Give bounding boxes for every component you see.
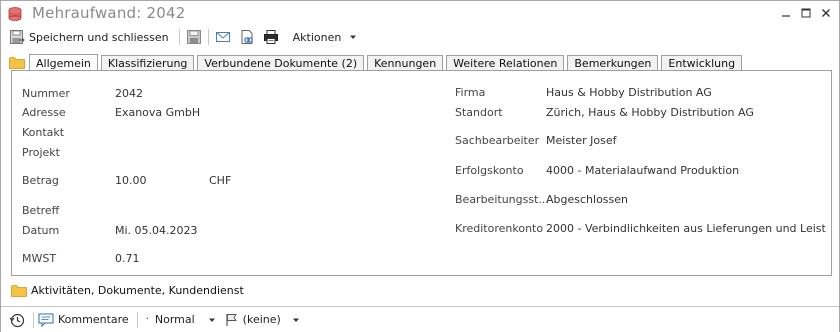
minimize-button[interactable]	[779, 5, 793, 21]
currency-value[interactable]: CHF	[209, 174, 231, 187]
tab-klassifizierung[interactable]: Klassifizierung	[100, 55, 195, 71]
save-close-icon	[10, 30, 25, 44]
tab-kennungen[interactable]: Kennungen	[367, 55, 444, 71]
mwst-value[interactable]: 0.71	[115, 252, 140, 265]
document-link-icon	[241, 30, 253, 44]
mwst-label: MWST	[22, 252, 57, 265]
printer-icon	[263, 30, 278, 44]
firma-label: Firma	[455, 86, 486, 99]
related-section-header[interactable]: Aktivitäten, Dokumente, Kundendienst	[11, 282, 244, 298]
actions-menu[interactable]: Aktionen	[289, 31, 359, 44]
erfolgskonto-value[interactable]: 4000 - Materialaufwand Produktion	[546, 164, 739, 177]
statusbar-separator	[33, 311, 34, 328]
history-button[interactable]	[9, 312, 25, 328]
tab-bemerkungen[interactable]: Bemerkungen	[567, 55, 659, 71]
adresse-value[interactable]: Exanova GmbH	[115, 106, 200, 119]
minimize-icon	[782, 15, 790, 17]
save-and-close-label: Speichern und schliessen	[29, 30, 169, 44]
window: Mehraufwand: 2042 Speichern und schliess…	[0, 0, 840, 332]
flag-label: (keine)	[242, 313, 281, 326]
bearbeitungsstatus-value[interactable]: Abgeschlossen	[546, 193, 628, 206]
save-and-close-button[interactable]: Speichern und schliessen	[9, 29, 169, 45]
standort-value[interactable]: Zürich, Haus & Hobby Distribution AG	[546, 106, 754, 119]
adresse-label: Adresse	[22, 106, 66, 119]
window-title: Mehraufwand: 2042	[32, 4, 186, 22]
window-controls	[779, 5, 833, 21]
maximize-icon	[801, 8, 811, 18]
title-bar: Mehraufwand: 2042	[1, 1, 839, 27]
tab-strip: Allgemein Klassifizierung Verbundene Dok…	[9, 53, 745, 72]
statusbar-separator	[136, 311, 138, 328]
folder-icon	[9, 57, 25, 69]
status-bar: Kommentare · Normal (keine)	[1, 306, 839, 332]
flag-icon	[226, 313, 237, 326]
tab-weitere-relationen[interactable]: Weitere Relationen	[446, 55, 565, 71]
related-section-label: Aktivitäten, Dokumente, Kundendienst	[31, 283, 244, 297]
kreditorenkonto-value[interactable]: 2000 - Verbindlichkeiten aus Lieferungen…	[546, 222, 826, 235]
comments-label: Kommentare	[58, 313, 129, 326]
comments-button[interactable]: Kommentare	[38, 313, 129, 327]
general-panel: Nummer 2042 Adresse Exanova GmbH Kontakt…	[11, 70, 832, 276]
priority-dot-icon: ·	[145, 314, 149, 325]
close-icon	[822, 9, 830, 17]
save-icon	[186, 30, 201, 44]
toolbar-separator	[178, 29, 180, 45]
history-icon	[9, 313, 25, 327]
comment-icon	[38, 313, 54, 327]
betrag-value[interactable]: 10.00	[115, 174, 147, 187]
save-button[interactable]	[186, 29, 202, 45]
projekt-label: Projekt	[22, 146, 60, 159]
flag-selector[interactable]: (keine)	[225, 313, 301, 327]
erfolgskonto-label: Erfolgskonto	[455, 164, 524, 177]
betreff-label: Betreff	[22, 204, 60, 217]
nummer-label: Nummer	[22, 87, 70, 100]
coins-icon	[8, 7, 22, 21]
nummer-value[interactable]: 2042	[115, 87, 143, 100]
sachbearbeiter-label: Sachbearbeiter	[455, 134, 540, 147]
datum-value[interactable]: Mi. 05.04.2023	[115, 224, 198, 237]
print-button[interactable]	[263, 29, 279, 45]
sachbearbeiter-value[interactable]: Meister Josef	[546, 134, 617, 147]
actions-label: Aktionen	[292, 30, 342, 44]
tab-verbundene-dokumente[interactable]: Verbundene Dokumente (2)	[197, 55, 365, 71]
priority-label: Normal	[154, 313, 195, 326]
priority-selector[interactable]: · Normal	[146, 313, 217, 326]
datum-label: Datum	[22, 224, 60, 237]
kreditorenkonto-label: Kreditorenkonto	[455, 222, 544, 235]
firma-value[interactable]: Haus & Hobby Distribution AG	[546, 86, 712, 99]
kontakt-label: Kontakt	[22, 126, 65, 139]
send-mail-button[interactable]	[215, 29, 231, 45]
dropdown-arrow-icon	[350, 35, 357, 39]
toolbar: Speichern und schliessen Aktionen	[1, 27, 839, 47]
link-document-button[interactable]	[239, 29, 255, 45]
bearbeitungsstatus-label: Bearbeitungsst...	[455, 193, 549, 206]
mail-icon	[215, 32, 230, 42]
maximize-button[interactable]	[799, 5, 813, 21]
standort-label: Standort	[455, 106, 503, 119]
close-button[interactable]	[819, 5, 833, 21]
tab-entwicklung[interactable]: Entwicklung	[661, 55, 743, 71]
betrag-label: Betrag	[22, 174, 59, 187]
toolbar-separator	[207, 29, 209, 45]
dropdown-arrow-icon	[208, 318, 215, 322]
folder-icon	[11, 284, 27, 297]
dropdown-arrow-icon	[292, 318, 299, 322]
